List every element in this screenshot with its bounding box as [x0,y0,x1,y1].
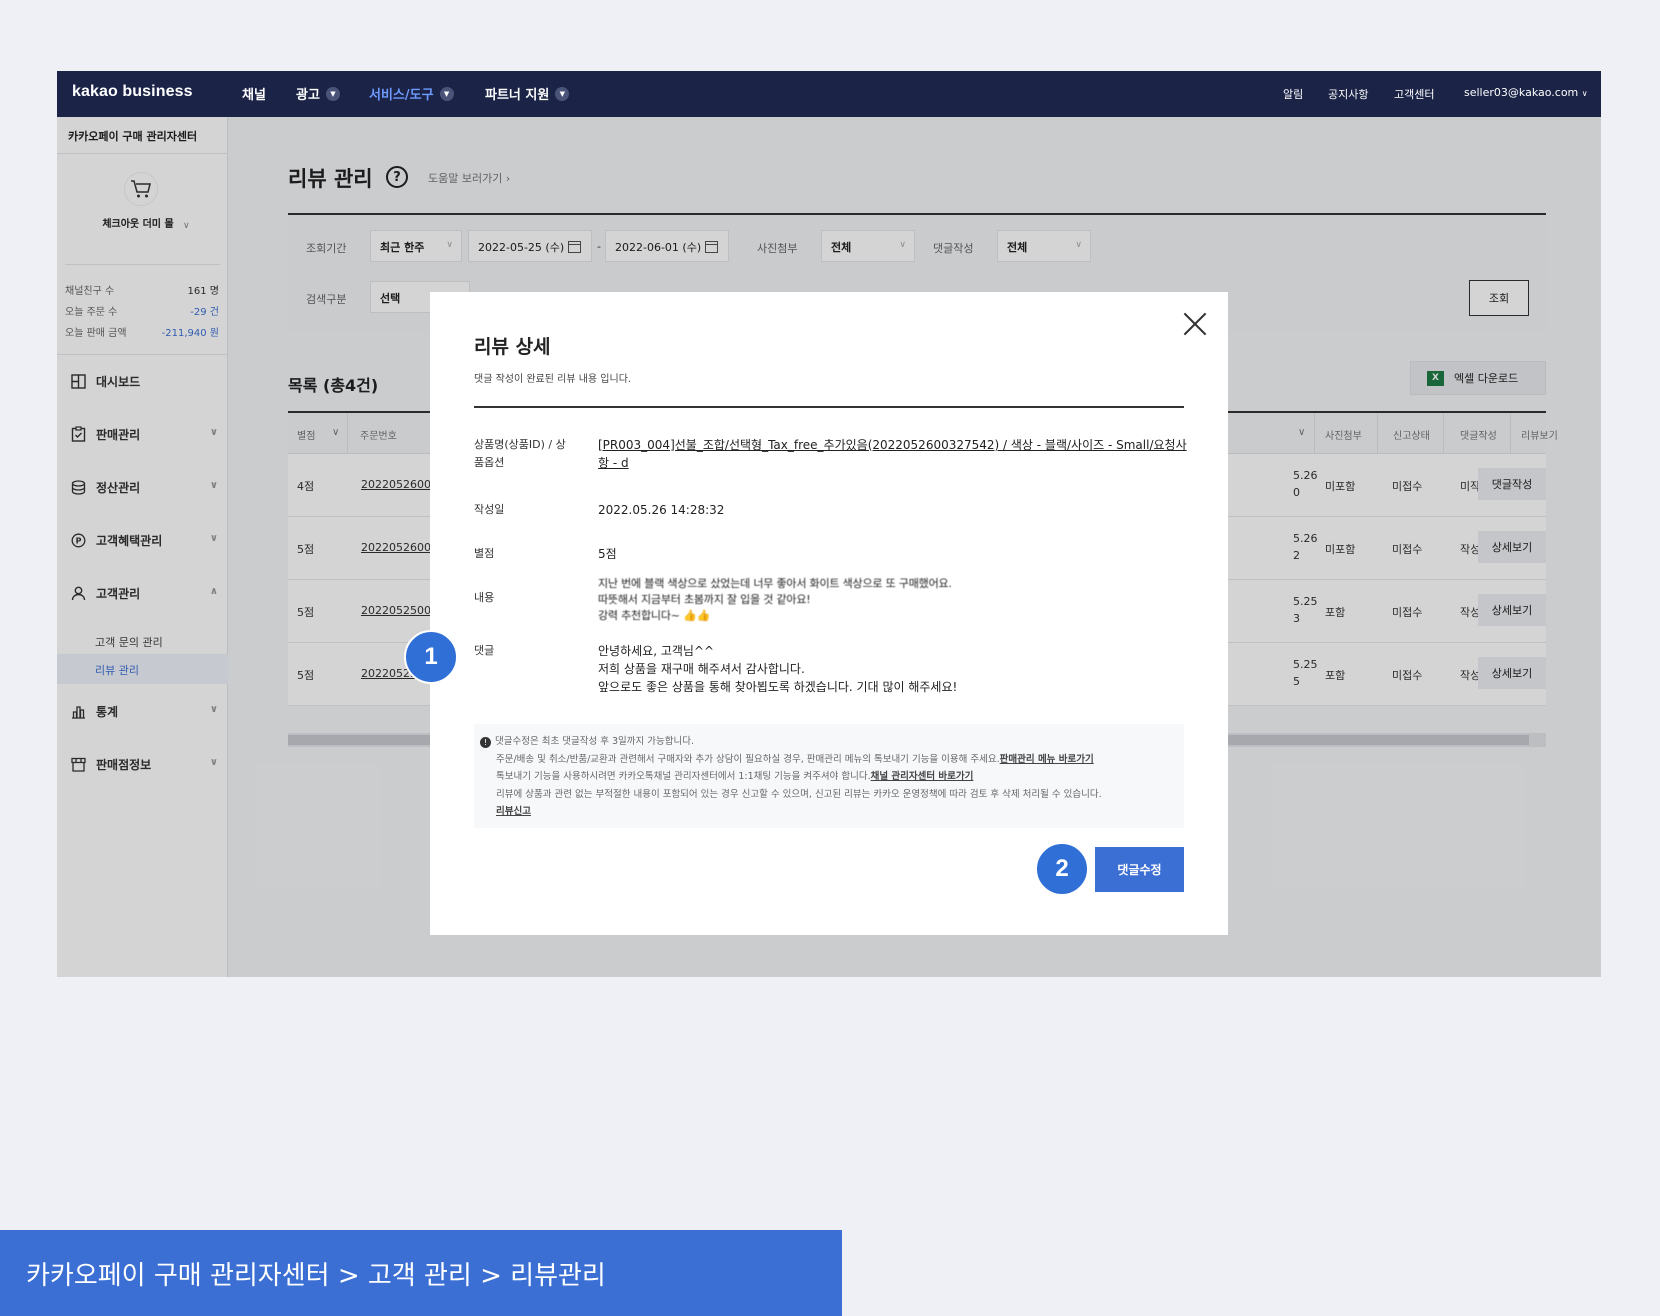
notice-line: 리뷰에 상품과 관련 없는 부적절한 내용이 포함되어 있는 경우 신고할 수 … [496,788,1102,800]
divider [474,406,1184,408]
rating-label: 별점 [474,547,495,560]
date-value: 2022.05.26 14:28:32 [598,503,725,517]
date-label: 작성일 [474,503,505,516]
product-label: 상품명(상품ID) / 상품옵션 [474,438,566,469]
review-line: 지난 번에 블랙 색상으로 샀었는데 너무 좋아서 화이트 색상으로 또 구매했… [598,577,952,590]
step-badge-1: 1 [404,630,458,684]
notice-line: 주문/배송 및 취소/반품/교환과 관련해서 구매자와 추가 상담이 필요하실 … [496,753,1000,765]
notice-box: ! 댓글수정은 최초 댓글작성 후 3일까지 가능합니다. 주문/배송 및 취소/… [474,724,1184,828]
review-line: 강력 추천합니다~ 👍👍 [598,609,711,622]
reply-content: 안녕하세요, 고객님^^ 저희 상품을 재구매 해주셔서 감사합니다. 앞으로도… [598,642,957,696]
nav-channel-label: 채널 [242,88,266,103]
review-detail-modal: 리뷰 상세 댓글 작성이 완료된 리뷰 내용 입니다. 상품명(상품ID) / … [430,292,1228,935]
reply-line: 저희 상품을 재구매 해주셔서 감사합니다. [598,662,805,676]
nav-partner-support[interactable]: 파트너 지원 ▼ [485,84,570,103]
rating-value: 5점 [598,547,617,561]
report-review-link[interactable]: 리뷰신고 [496,806,531,817]
nav-customer-center[interactable]: 고객센터 [1394,86,1434,102]
notice-line: 댓글수정은 최초 댓글작성 후 3일까지 가능합니다. [495,736,694,747]
chevron-down-icon: ∨ [1581,89,1588,98]
step-badge-2: 2 [1035,842,1089,896]
edit-reply-button[interactable]: 댓글수정 [1095,847,1184,892]
kakao-business-logo[interactable]: kakao business [72,83,193,101]
nav-channel[interactable]: 채널 [242,84,266,103]
reply-line: 안녕하세요, 고객님^^ [598,644,715,658]
nav-account-menu[interactable]: seller03@kakao.com ∨ [1464,86,1588,99]
chevron-down-icon: ▼ [555,86,570,101]
channel-admin-link[interactable]: 채널 관리자센터 바로가기 [871,771,974,782]
nav-ad-label: 광고 [296,88,320,103]
sales-menu-link[interactable]: 판매관리 메뉴 바로가기 [1000,754,1094,765]
modal-title: 리뷰 상세 [474,336,551,358]
product-link[interactable]: [PR003_004]선불_조합/선택형_Tax_free_추가있음(20220… [598,436,1188,472]
nav-service-tools-label: 서비스/도구 [369,88,434,103]
nav-notification[interactable]: 알림 [1283,86,1303,102]
reply-label: 댓글 [474,644,495,657]
nav-notice[interactable]: 공지사항 [1328,86,1368,102]
modal-subtitle: 댓글 작성이 완료된 리뷰 내용 입니다. [474,374,632,385]
nav-service-tools[interactable]: 서비스/도구 ▼ [369,84,454,103]
content-label: 내용 [474,591,495,604]
reply-line: 앞으로도 좋은 상품을 통해 찾아뵙도록 하겠습니다. 기대 많이 해주세요! [598,680,958,694]
top-nav: kakao business 채널 광고 ▼ 서비스/도구 ▼ 파트너 지원 ▼ 알림… [57,71,1601,117]
breadcrumb-banner: 카카오페이 구매 관리자센터 > 고객 관리 > 리뷰관리 [0,1230,842,1316]
review-content: 지난 번에 블랙 색상으로 샀었는데 너무 좋아서 화이트 색상으로 또 구매했… [598,576,952,624]
nav-ad[interactable]: 광고 ▼ [296,84,340,103]
nav-partner-support-label: 파트너 지원 [485,88,550,103]
chevron-down-icon: ▼ [325,86,340,101]
notice-line: 톡보내기 기능을 사용하시려면 카카오톡채널 관리자센터에서 1:1채팅 기능을… [496,771,871,782]
chevron-down-icon: ▼ [439,86,454,101]
info-icon: ! [480,737,491,748]
close-icon[interactable] [1182,311,1208,337]
review-line: 따뜻해서 지금부터 초봄까지 잘 입을 것 같아요! [598,593,811,606]
account-email: seller03@kakao.com [1464,86,1579,99]
